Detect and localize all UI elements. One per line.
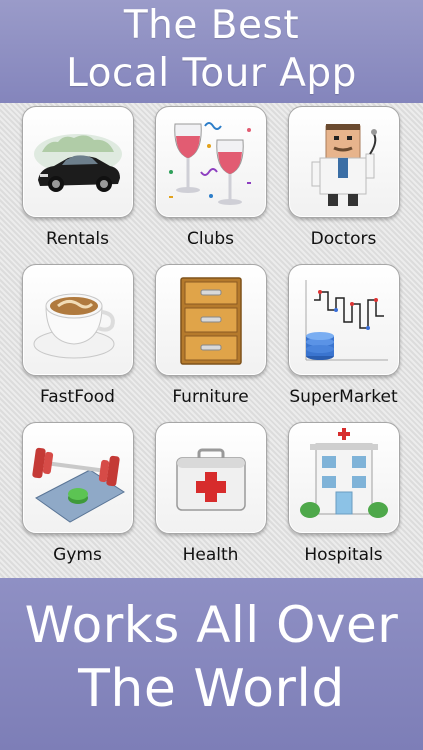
category-label: Rentals [46, 229, 109, 249]
tile-frame [22, 422, 134, 534]
doctor-icon [311, 124, 377, 206]
category-label: Furniture [172, 387, 249, 407]
coffee-cup-icon [33, 293, 115, 359]
tile-frame [155, 422, 267, 534]
category-grid: Rentals Clubs Doctors FastFood Furniture… [0, 103, 423, 578]
tile-frame [155, 106, 267, 218]
category-label: Hospitals [304, 545, 383, 565]
category-tile-rentals[interactable]: Rentals [11, 106, 144, 256]
tile-frame [22, 264, 134, 376]
category-tile-supermarket[interactable]: SuperMarket [277, 264, 410, 414]
dumbbell-icon [32, 447, 125, 523]
category-label: Doctors [310, 229, 377, 249]
category-label: Health [182, 545, 239, 565]
header-banner: The Best Local Tour App [0, 0, 423, 103]
tile-frame [288, 106, 400, 218]
category-label: Gyms [53, 545, 102, 565]
header-title-line1: The Best [123, 3, 300, 48]
footer-title-line2: The World [78, 659, 345, 719]
header-title-line2: Local Tour App [66, 51, 357, 96]
tile-frame [22, 106, 134, 218]
drawer-cabinet-icon [180, 277, 242, 365]
footer-banner: Works All Over The World [0, 578, 423, 750]
tile-frame [288, 264, 400, 376]
category-tile-doctors[interactable]: Doctors [277, 106, 410, 256]
footer-title-line1: Works All Over [24, 596, 399, 654]
category-tile-clubs[interactable]: Clubs [144, 106, 277, 256]
category-tile-furniture[interactable]: Furniture [144, 264, 277, 414]
tile-frame [288, 422, 400, 534]
category-tile-health[interactable]: Health [144, 422, 277, 572]
tile-frame [155, 264, 267, 376]
car-icon [34, 134, 122, 192]
first-aid-kit-icon [176, 448, 246, 511]
category-label: Clubs [186, 229, 234, 249]
category-tile-gyms[interactable]: Gyms [11, 422, 144, 572]
wine-glasses-icon [169, 122, 251, 205]
stock-chart-icon [305, 280, 388, 361]
hospital-building-icon [300, 428, 388, 518]
category-label: FastFood [40, 387, 115, 407]
category-label: SuperMarket [289, 387, 398, 407]
category-tile-hospitals[interactable]: Hospitals [277, 422, 410, 572]
category-tile-fastfood[interactable]: FastFood [11, 264, 144, 414]
